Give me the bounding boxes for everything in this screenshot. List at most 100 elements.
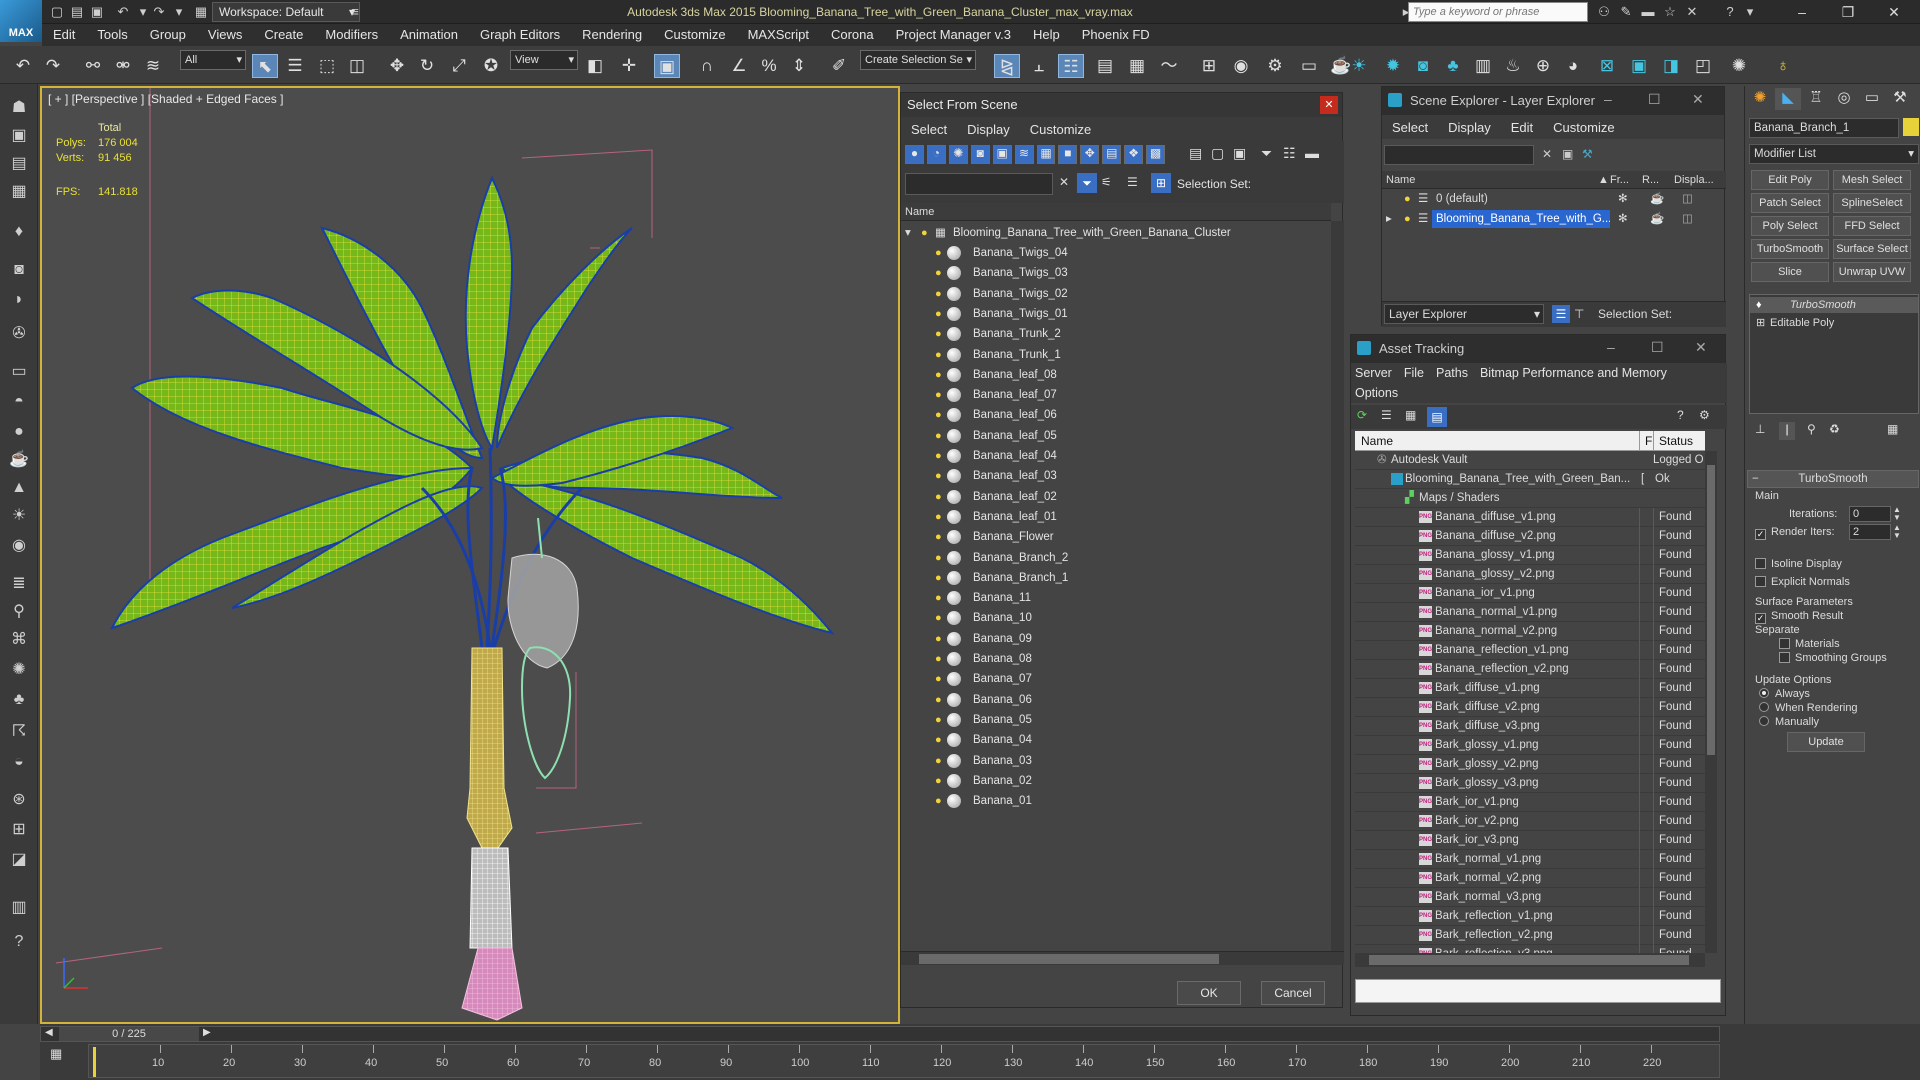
asset-map-row[interactable]: PNG Bark_diffuse_v1.png Found bbox=[1355, 679, 1705, 698]
next-frame-icon[interactable]: ▶ bbox=[203, 1027, 211, 1038]
scene-explorer-search-input[interactable] bbox=[1384, 145, 1534, 165]
window-crossing-icon[interactable]: ◫ bbox=[344, 54, 370, 78]
asset-map-row[interactable]: PNG Bark_glossy_v3.png Found bbox=[1355, 774, 1705, 793]
tree-object-row[interactable]: ● Banana_leaf_04 bbox=[901, 446, 1331, 466]
toggle-scene-explorer-icon[interactable]: ☷ bbox=[1058, 54, 1084, 78]
close-icon[interactable]: ✕ bbox=[1320, 96, 1338, 114]
find-icon[interactable]: ⚟ bbox=[1101, 175, 1112, 189]
freeze-snowflake-icon[interactable]: ✻ bbox=[1618, 189, 1628, 209]
select-funnel-icon[interactable]: ⏷ bbox=[1077, 173, 1097, 193]
asset-map-row[interactable]: PNG Banana_reflection_v1.png Found bbox=[1355, 641, 1705, 660]
visibility-bulb-icon[interactable]: ● bbox=[935, 491, 945, 503]
close-app-icon[interactable]: ✕ bbox=[1872, 0, 1916, 24]
modifier-list-dropdown[interactable]: Modifier List ▾ bbox=[1749, 144, 1919, 164]
help-dropdown-icon[interactable]: ▾ bbox=[1740, 3, 1760, 21]
exchange-apps-icon[interactable]: ✕ bbox=[1682, 3, 1702, 21]
visibility-bulb-icon[interactable]: ● bbox=[935, 308, 945, 320]
tree-object-row[interactable]: ● Banana_05 bbox=[901, 710, 1331, 730]
tree-object-row[interactable]: ● Banana_leaf_01 bbox=[901, 507, 1331, 527]
menu-animation[interactable]: Animation bbox=[389, 24, 469, 46]
help-icon[interactable]: ? bbox=[1720, 3, 1740, 21]
modifier-button-ffd-select[interactable]: FFD Select bbox=[1833, 216, 1911, 236]
modifier-button-poly-select[interactable]: Poly Select bbox=[1751, 216, 1829, 236]
corona-light-icon[interactable]: ☀ bbox=[1346, 54, 1372, 78]
prev-frame-icon[interactable]: ◀ bbox=[45, 1027, 53, 1038]
materials-checkbox[interactable] bbox=[1779, 638, 1790, 649]
display-box-icon[interactable]: ◫ bbox=[1682, 209, 1693, 229]
visibility-bulb-icon[interactable]: ● bbox=[935, 450, 945, 462]
col-name[interactable]: Name bbox=[1386, 171, 1415, 189]
visibility-bulb-icon[interactable]: ● bbox=[921, 227, 931, 239]
explicit-normals-row[interactable]: Explicit Normals bbox=[1755, 576, 1850, 588]
help-search-input[interactable]: Type a keyword or phrase bbox=[1408, 2, 1588, 22]
asset-map-row[interactable]: PNG Banana_normal_v2.png Found bbox=[1355, 622, 1705, 641]
tree-object-row[interactable]: ● Banana_leaf_03 bbox=[901, 466, 1331, 486]
filter-groups-icon[interactable]: ▦ bbox=[1036, 145, 1056, 164]
menu-help[interactable]: Help bbox=[1022, 24, 1071, 46]
asset-vertical-scrollbar[interactable] bbox=[1705, 451, 1717, 953]
col-sort-icon[interactable]: ▲ bbox=[1598, 171, 1609, 189]
save-file-icon[interactable]: ▣ bbox=[88, 3, 106, 21]
filter-cameras-icon[interactable]: ◙ bbox=[970, 145, 990, 164]
always-option[interactable]: Always bbox=[1759, 688, 1810, 700]
asset-map-row[interactable]: PNG Banana_diffuse_v2.png Found bbox=[1355, 527, 1705, 546]
visibility-bulb-icon[interactable]: ● bbox=[935, 511, 945, 523]
communication-center-icon[interactable]: ✎ bbox=[1616, 3, 1636, 21]
tree-object-row[interactable]: ● Banana_04 bbox=[901, 730, 1331, 750]
utilities-tab-icon[interactable]: ⚒ bbox=[1887, 88, 1913, 110]
keyboard-shortcut-override-icon[interactable]: ▣ bbox=[654, 54, 680, 78]
select-by-name-icon[interactable]: ☰ bbox=[282, 54, 308, 78]
graphite-ribbon-icon[interactable]: ▦ bbox=[1124, 54, 1150, 78]
stack-item-editable-poly[interactable]: ⊞ Editable Poly bbox=[1750, 315, 1918, 331]
filter-hidden-icon[interactable]: ▩ bbox=[1146, 145, 1166, 164]
space-warp-icon[interactable]: ⌘ bbox=[7, 628, 31, 652]
smooth-result-checkbox[interactable]: ✓ bbox=[1755, 613, 1766, 624]
layers-stack-icon[interactable]: ☰ bbox=[1127, 175, 1138, 189]
trackbar-toggle-icon[interactable]: ▦ bbox=[50, 1046, 62, 1062]
menu-create[interactable]: Create bbox=[253, 24, 314, 46]
visibility-bulb-icon[interactable]: ● bbox=[935, 328, 945, 340]
bind-to-space-warp-icon[interactable]: ≋ bbox=[140, 54, 166, 78]
expand-arrow-icon[interactable]: ▸ bbox=[1386, 209, 1392, 229]
maximize-icon[interactable]: ☐ bbox=[1648, 91, 1661, 108]
filter-spacewarps-icon[interactable]: ≋ bbox=[1014, 145, 1034, 164]
tree-vertical-scrollbar[interactable] bbox=[1331, 221, 1344, 951]
visibility-bulb-icon[interactable]: ● bbox=[935, 389, 945, 401]
smooth-result-row[interactable]: ✓ Smooth Result bbox=[1755, 610, 1843, 624]
menu-project-manager-v-3[interactable]: Project Manager v.3 bbox=[885, 24, 1022, 46]
asset-horizontal-scrollbar[interactable] bbox=[1355, 953, 1705, 967]
window-icon[interactable]: ◪ bbox=[7, 848, 31, 872]
asset-row-vault[interactable]: ✇ Autodesk Vault Logged O bbox=[1355, 451, 1705, 470]
helper-icon[interactable]: ✺ bbox=[7, 658, 31, 682]
project-folder-icon[interactable]: ▦ bbox=[192, 3, 210, 21]
quick-access-menu-icon[interactable]: ≡ bbox=[346, 3, 364, 21]
corona-vfb-icon[interactable]: ▣ bbox=[1626, 54, 1652, 78]
filter-containers-icon[interactable]: ▤ bbox=[1102, 145, 1122, 164]
foliage-icon[interactable]: ♣ bbox=[7, 688, 31, 712]
visibility-bulb-icon[interactable]: ● bbox=[935, 612, 945, 624]
frame-counter[interactable]: 0 / 225 bbox=[59, 1027, 199, 1041]
menu-views[interactable]: Views bbox=[197, 24, 253, 46]
visibility-bulb-icon[interactable]: ● bbox=[935, 734, 945, 746]
menu-graph-editors[interactable]: Graph Editors bbox=[469, 24, 571, 46]
time-slider[interactable]: ◀ 0 / 225 ▶ bbox=[40, 1026, 1720, 1042]
asset-map-row[interactable]: PNG Bark_normal_v1.png Found bbox=[1355, 850, 1705, 869]
tree-object-row[interactable]: ● Banana_03 bbox=[901, 751, 1331, 771]
asset-path-input[interactable] bbox=[1355, 979, 1721, 1003]
angle-snap-icon[interactable]: ∠ bbox=[726, 54, 752, 78]
asset-map-row[interactable]: PNG Bark_reflection_v2.png Found bbox=[1355, 926, 1705, 945]
layers-toggle-icon[interactable]: ☰ bbox=[1552, 305, 1570, 323]
stack-item-turbosmooth[interactable]: ♦ TurboSmooth bbox=[1750, 297, 1918, 313]
filter-frozen-icon[interactable]: ❖ bbox=[1124, 145, 1144, 164]
stairs-icon[interactable]: ≣ bbox=[7, 572, 31, 596]
hemisphere-icon[interactable]: ◓ bbox=[7, 390, 31, 414]
asset-map-row[interactable]: PNG Banana_diffuse_v1.png Found bbox=[1355, 508, 1705, 527]
col-render[interactable]: R... bbox=[1642, 171, 1659, 189]
table-view-icon[interactable]: ▤ bbox=[1427, 407, 1447, 427]
tree-object-row[interactable]: ● Banana_10 bbox=[901, 608, 1331, 628]
tree-object-row[interactable]: ● Banana_leaf_06 bbox=[901, 405, 1331, 425]
visibility-bulb-icon[interactable]: ● bbox=[935, 775, 945, 787]
align-icon[interactable]: ⫠ bbox=[1026, 54, 1052, 78]
film-reel-icon[interactable]: ✇ bbox=[7, 322, 31, 346]
close-icon[interactable]: ✕ bbox=[1692, 91, 1704, 108]
